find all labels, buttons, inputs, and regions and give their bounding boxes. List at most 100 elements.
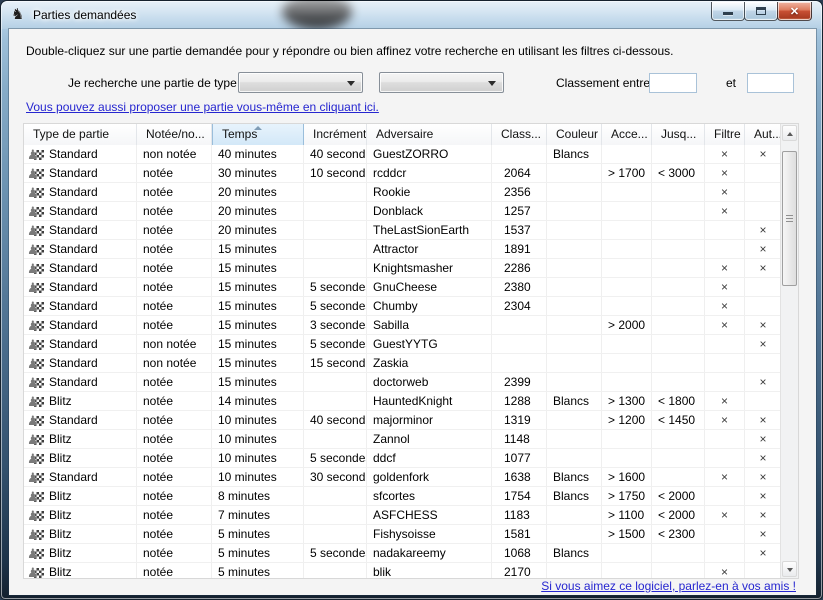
game-row[interactable]: ♟Blitznotée14 minutesHauntedKnight1288Bl… — [24, 392, 782, 411]
scrollbar-thumb[interactable] — [782, 151, 797, 286]
cell-adversaire: Zannol — [367, 430, 492, 448]
cell-text: rcddcr — [373, 166, 406, 180]
propose-game-link[interactable]: Vous pouvez aussi proposer une partie vo… — [26, 100, 379, 114]
game-row[interactable]: ♟Blitznotée7 minutesASFCHESS1183> 1100< … — [24, 506, 782, 525]
cell-text: × — [759, 375, 766, 389]
minimize-button[interactable] — [711, 2, 745, 21]
cell-temps: 40 minutes — [212, 145, 304, 163]
game-row[interactable]: ♟Standardnotée15 minutesdoctorweb2399× — [24, 373, 782, 392]
game-row[interactable]: ♟Standardnotée20 minutesDonblack1257× — [24, 202, 782, 221]
column-header-notation[interactable]: Notée/no... — [137, 124, 212, 145]
column-header-label: Acce... — [611, 127, 648, 141]
cell-text: Standard — [49, 354, 98, 372]
column-header-autre[interactable]: Aut... — [745, 124, 782, 145]
cell-text: Zannol — [373, 432, 410, 446]
game-row[interactable]: ♟Standardnotée15 minutesKnightsmasher228… — [24, 259, 782, 278]
column-header-increment[interactable]: Incrément... — [304, 124, 367, 145]
game-row[interactable]: ♟Blitznotée5 minutesFishysoisse1581> 150… — [24, 525, 782, 544]
game-row[interactable]: ♟Blitznotée10 minutesZannol1148× — [24, 430, 782, 449]
column-header-classement[interactable]: Class... — [492, 124, 547, 145]
cell-text: GuestZORRO — [373, 147, 448, 161]
game-type-combobox[interactable] — [238, 72, 363, 93]
cell-classement: 2399 — [492, 373, 547, 391]
share-with-friends-link[interactable]: Si vous aimez ce logiciel, parlez-en à v… — [541, 579, 796, 593]
game-row[interactable]: ♟Standardnotée15 minutes5 secondesChumby… — [24, 297, 782, 316]
cell-text: notée — [143, 166, 173, 180]
game-row[interactable]: ♟Standardnotée15 minutes3 secondesSabill… — [24, 316, 782, 335]
cell-text: Zaskia — [373, 356, 408, 370]
maximize-button[interactable] — [744, 2, 778, 21]
cell-text: 40 second... — [310, 147, 367, 161]
cell-couleur — [547, 430, 602, 448]
pawn-icon: ♟ — [28, 166, 45, 181]
cell-adversaire: Donblack — [367, 202, 492, 220]
game-row[interactable]: ♟Standardnon notée15 minutes5 secondesGu… — [24, 335, 782, 354]
column-header-jusqua[interactable]: Jusq... — [652, 124, 705, 145]
scroll-up-button[interactable] — [782, 125, 797, 141]
cell-text: non notée — [143, 147, 196, 161]
game-row[interactable]: ♟Standardnotée20 minutesRookie2356× — [24, 183, 782, 202]
pawn-icon: ♟ — [28, 356, 45, 371]
cell-jusqua — [652, 449, 705, 467]
pawn-icon: ♟ — [28, 394, 45, 409]
cell-couleur — [547, 259, 602, 277]
game-row[interactable]: ♟Standardnon notée40 minutes40 second...… — [24, 145, 782, 164]
game-row[interactable]: ♟Blitznotée5 minutesblik2170× — [24, 563, 782, 579]
game-row[interactable]: ♟Blitznotée10 minutes5 secondesddcf1077× — [24, 449, 782, 468]
maximize-icon — [756, 7, 766, 15]
cell-autre — [745, 183, 782, 201]
rating-max-input[interactable] — [747, 73, 794, 93]
triangle-down-icon — [787, 568, 793, 575]
game-row[interactable]: ♟Standardnotée10 minutes40 second...majo… — [24, 411, 782, 430]
column-header-filtre[interactable]: Filtre — [705, 124, 745, 145]
cell-jusqua: < 1800 — [652, 392, 705, 410]
cell-text: 15 minutes — [218, 280, 277, 294]
cell-accepte — [602, 544, 652, 562]
cell-autre: × — [745, 544, 782, 562]
cell-classement: 1891 — [492, 240, 547, 258]
column-header-type[interactable]: Type de partie — [24, 124, 137, 145]
cell-notation: notée — [137, 202, 212, 220]
game-row[interactable]: ♟Standardnotée15 minutesAttractor1891× — [24, 240, 782, 259]
game-row[interactable]: ♟Standardnotée20 minutesTheLastSionEarth… — [24, 221, 782, 240]
game-row[interactable]: ♟Standardnotée10 minutes30 second...gold… — [24, 468, 782, 487]
cell-text: Standard — [49, 202, 98, 220]
cell-text: > 1100 — [608, 508, 644, 522]
column-header-label: Incrément... — [313, 127, 367, 141]
titlebar[interactable]: ♞ Parties demandées ✕ — [1, 1, 822, 29]
rating-min-input[interactable] — [649, 73, 697, 93]
cell-text: × — [721, 299, 728, 313]
pawn-icon: ♟ — [28, 375, 45, 390]
scroll-down-button[interactable] — [782, 561, 797, 577]
close-button[interactable]: ✕ — [777, 2, 812, 21]
game-row[interactable]: ♟Standardnotée15 minutes5 secondesGnuChe… — [24, 278, 782, 297]
triangle-up-icon — [787, 129, 793, 136]
cell-classement: 1537 — [492, 221, 547, 239]
column-header-accepte[interactable]: Acce... — [602, 124, 652, 145]
second-filter-combobox[interactable] — [379, 72, 504, 93]
cell-increment — [304, 487, 367, 505]
cell-accepte — [602, 240, 652, 258]
games-list: Type de partieNotée/no...Temps Incrément.… — [23, 123, 799, 579]
cell-classement: 2304 — [492, 297, 547, 315]
cell-text: × — [721, 147, 728, 161]
column-header-couleur[interactable]: Couleur — [547, 124, 602, 145]
cell-text: × — [759, 432, 766, 446]
cell-text: 15 minutes — [218, 375, 277, 389]
column-header-adversaire[interactable]: Adversaire — [367, 124, 492, 145]
cell-adversaire: doctorweb — [367, 373, 492, 391]
cell-text: 5 secondes — [310, 299, 367, 313]
cell-text: 20 minutes — [218, 185, 277, 199]
game-row[interactable]: ♟Blitznotée8 minutessfcortes1754Blancs> … — [24, 487, 782, 506]
pawn-icon: ♟ — [28, 527, 45, 542]
game-row[interactable]: ♟Standardnotée30 minutes10 second...rcdd… — [24, 164, 782, 183]
cell-increment: 40 second... — [304, 411, 367, 429]
cell-autre — [745, 164, 782, 182]
cell-accepte: > 1750 — [602, 487, 652, 505]
game-row[interactable]: ♟Blitznotée5 minutes5 secondesnadakareem… — [24, 544, 782, 563]
game-row[interactable]: ♟Standardnon notée15 minutes15 second...… — [24, 354, 782, 373]
pawn-glyph-icon: ♟ — [27, 470, 39, 485]
vertical-scrollbar[interactable] — [780, 124, 798, 578]
column-header-temps[interactable]: Temps — [212, 124, 304, 145]
cell-text: Standard — [49, 468, 98, 486]
